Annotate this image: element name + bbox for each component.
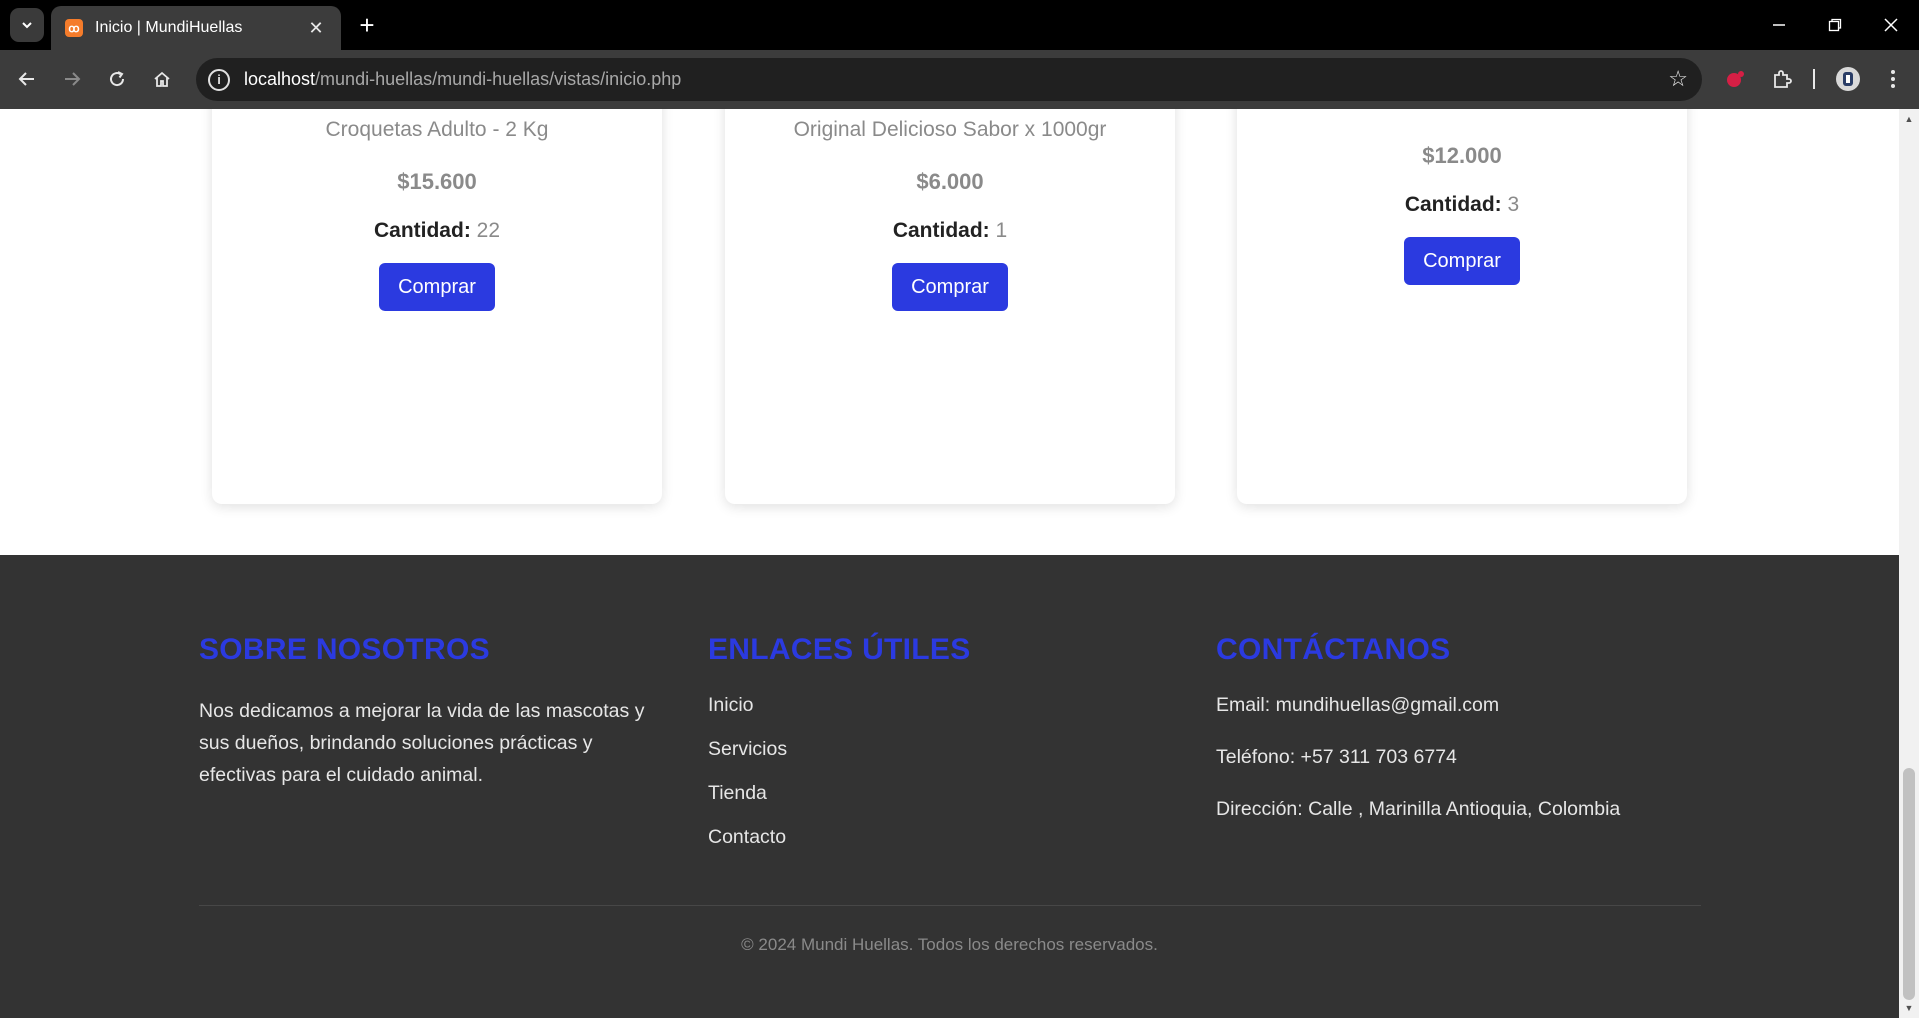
product-price: $15.600 [397,169,477,194]
toolbar-divider [1813,69,1815,89]
site-footer: SOBRE NOSOTROS Nos dedicamos a mejorar l… [0,555,1899,1018]
product-card: $12.000 Cantidad: 3 Comprar [1237,109,1687,504]
footer-contact-details: Email: mundihuellas@gmail.com Teléfono: … [1216,693,1620,849]
bookmark-star-icon[interactable]: ☆ [1668,66,1688,92]
product-quantity: Cantidad: 3 [1237,193,1687,217]
page-viewport: Croquetas Adulto - 2 Kg $15.600 Cantidad… [0,109,1899,1018]
chevron-down-icon [22,22,32,29]
extension-record-button[interactable] [1720,64,1750,94]
footer-links-heading: ENLACES ÚTILES [708,633,971,666]
reload-icon [110,71,125,87]
home-icon [154,71,170,87]
minimize-icon [1773,24,1785,26]
footer-divider [199,905,1701,906]
back-button[interactable] [10,62,44,96]
new-tab-button[interactable]: + [352,10,382,40]
footer-about-text: Nos dedicamos a mejorar la vida de las m… [199,700,645,786]
contact-address: Dirección: Calle , Marinilla Antioquia, … [1216,798,1621,820]
reload-button[interactable] [100,62,134,96]
arrow-left-icon [18,72,34,86]
buy-button[interactable]: Comprar [1404,237,1520,285]
address-bar[interactable]: i localhost /mundi-huellas/mundi-huellas… [196,58,1702,101]
forward-button[interactable] [55,62,89,96]
product-quantity: Cantidad: 1 [725,219,1175,243]
footer-links-list: Inicio Servicios Tienda Contacto [708,693,971,869]
quantity-value: 1 [995,219,1008,242]
site-info-icon[interactable]: i [208,68,230,91]
url-host: localhost [244,69,316,89]
buy-button[interactable]: Comprar [379,263,495,311]
browser-menu-button[interactable] [1878,64,1908,94]
contact-email: Email: mundihuellas@gmail.com [1216,694,1500,716]
product-name: Croquetas Adulto - 2 Kg [325,118,549,141]
quantity-label: Cantidad: [1404,193,1502,216]
avatar-icon [1836,67,1860,91]
buy-button[interactable]: Comprar [892,263,1008,311]
extensions-button[interactable] [1767,64,1797,94]
product-price: $12.000 [1422,143,1502,168]
record-extension-icon [1727,71,1744,87]
restore-button[interactable] [1807,0,1863,50]
footer-link-contacto[interactable]: Contacto [708,825,971,869]
product-card: Croquetas Adulto - 2 Kg $15.600 Cantidad… [212,109,662,504]
home-button[interactable] [145,62,179,96]
footer-contact-heading: CONTÁCTANOS [1216,633,1451,666]
quantity-value: 3 [1507,193,1520,216]
kebab-menu-icon [1891,70,1895,88]
close-window-button[interactable] [1863,0,1919,50]
page-scrollbar[interactable]: ▲ ▼ [1899,109,1919,1018]
contact-phone: Teléfono: +57 311 703 6774 [1216,746,1457,768]
scrollbar-thumb[interactable] [1903,768,1915,1000]
quantity-label: Cantidad: [892,219,990,242]
restore-icon [1828,18,1842,32]
tab-title: Inicio | MundiHuellas [95,19,243,36]
product-price: $6.000 [916,169,984,194]
scroll-up-arrow-icon[interactable]: ▲ [1899,111,1919,127]
footer-copyright: © 2024 Mundi Huellas. Todos los derechos… [741,935,1158,954]
footer-contact-section: CONTÁCTANOS Email: mundihuellas@gmail.co… [1216,633,1620,849]
footer-about-heading: SOBRE NOSOTROS [199,633,490,666]
product-quantity: Cantidad: 22 [212,219,662,243]
browser-tab-bar: ꝏ Inicio | MundiHuellas ✕ + [0,0,1919,50]
tab-search-button[interactable] [10,8,44,42]
quantity-value: 22 [476,219,501,242]
arrow-right-icon [65,72,81,86]
tab-close-icon[interactable]: ✕ [305,18,327,39]
browser-toolbar: i localhost /mundi-huellas/mundi-huellas… [0,50,1919,109]
close-icon [1884,18,1898,32]
xampp-favicon-icon: ꝏ [65,19,83,37]
url-path: /mundi-huellas/mundi-huellas/vistas/inic… [315,69,682,89]
footer-about-section: SOBRE NOSOTROS Nos dedicamos a mejorar l… [199,633,659,791]
minimize-button[interactable] [1751,0,1807,50]
product-name: Original Delicioso Sabor x 1000gr [793,118,1107,141]
footer-links-section: ENLACES ÚTILES Inicio Servicios Tienda C… [708,633,971,869]
footer-link-servicios[interactable]: Servicios [708,737,971,781]
scroll-down-arrow-icon[interactable]: ▼ [1899,1000,1919,1016]
profile-button[interactable] [1833,64,1863,94]
puzzle-icon [1774,70,1792,88]
product-card: Original Delicioso Sabor x 1000gr $6.000… [725,109,1175,504]
footer-link-tienda[interactable]: Tienda [708,781,971,825]
footer-link-inicio[interactable]: Inicio [708,693,971,737]
quantity-label: Cantidad: [373,219,471,242]
browser-tab-active[interactable]: ꝏ Inicio | MundiHuellas ✕ [51,6,341,50]
